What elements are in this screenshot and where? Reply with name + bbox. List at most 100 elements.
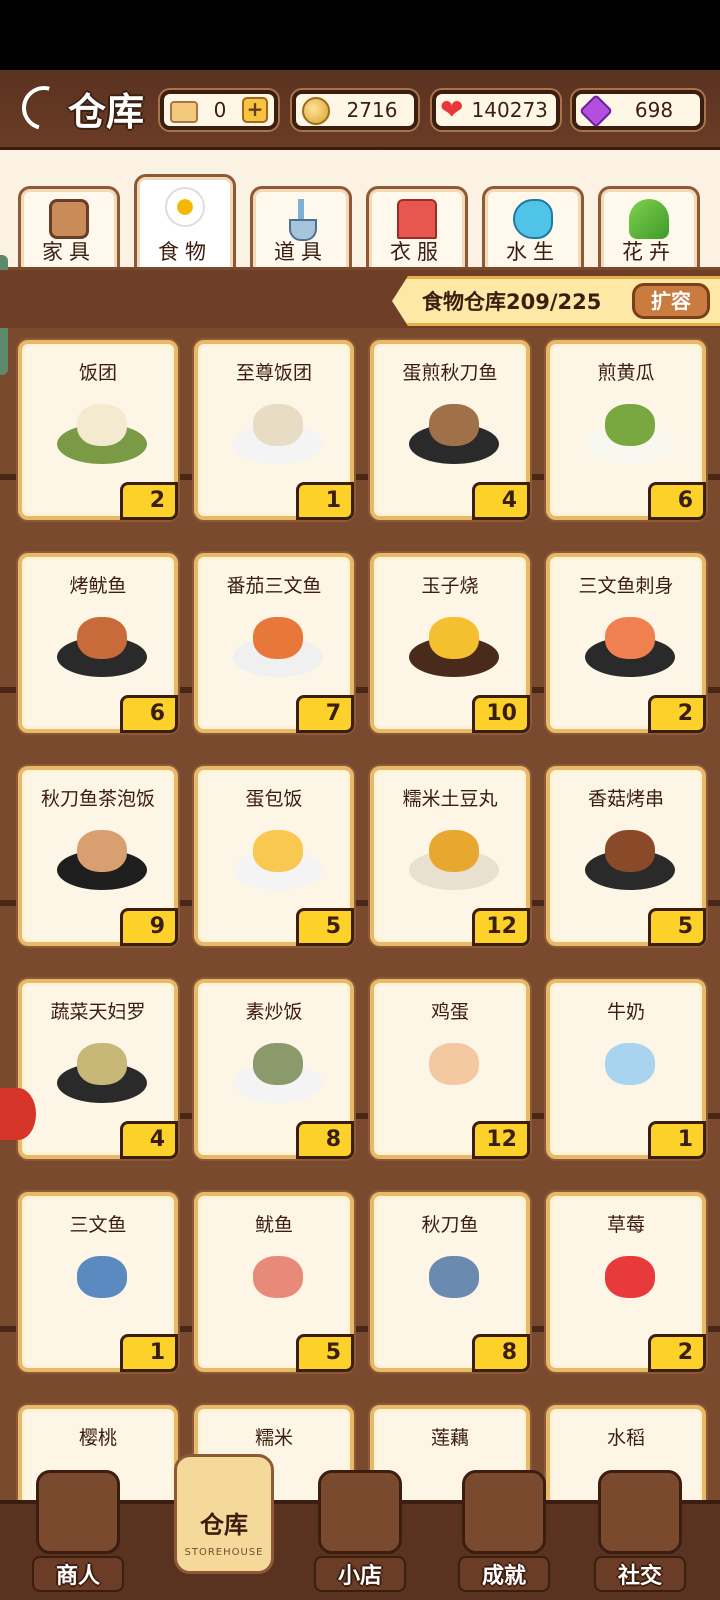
- food-item-image: [580, 396, 680, 470]
- item-count-badge: 4: [120, 1121, 178, 1159]
- food-item-card[interactable]: 草莓 2: [546, 1192, 706, 1372]
- nav-shop[interactable]: 小店: [300, 1470, 420, 1600]
- item-count-badge: 2: [648, 1334, 706, 1372]
- item-count-badge: 1: [120, 1334, 178, 1372]
- food-item-name: 糯米土豆丸: [402, 788, 498, 810]
- food-item-card[interactable]: 至尊饭团 1: [194, 340, 354, 520]
- tab-label: 道具: [274, 240, 328, 264]
- food-item-image: [52, 822, 152, 896]
- heart-icon: ❤: [440, 93, 464, 126]
- food-shape: [429, 1256, 479, 1298]
- social-icon: [598, 1470, 682, 1554]
- page-title: 仓库: [13, 77, 145, 139]
- food-item-image: [228, 1248, 328, 1322]
- add-ticket-button[interactable]: +: [242, 97, 268, 123]
- food-item-card[interactable]: 煎黄瓜 6: [546, 340, 706, 520]
- side-arrow-icon[interactable]: [0, 1088, 36, 1140]
- item-count-badge: 7: [296, 695, 354, 733]
- capacity-text: 食物仓库209/225: [422, 290, 602, 314]
- food-item-card[interactable]: 鸡蛋 12: [370, 979, 530, 1159]
- food-shape: [429, 404, 479, 446]
- nav-achievement[interactable]: 成就: [444, 1470, 564, 1600]
- swirl-logo-icon: [13, 77, 75, 139]
- food-item-image: [228, 822, 328, 896]
- food-item-image: [404, 609, 504, 683]
- food-shape: [429, 1043, 479, 1085]
- nav-merchant[interactable]: 商人: [18, 1470, 138, 1600]
- nav-storehouse[interactable]: 仓库 STOREHOUSE: [164, 1440, 284, 1574]
- food-item-name: 鸡蛋: [430, 1001, 469, 1023]
- furniture-icon: [49, 199, 89, 239]
- coin-icon: [302, 96, 330, 125]
- food-item-image: [404, 1248, 504, 1322]
- food-item-card[interactable]: 三文鱼 1: [18, 1192, 178, 1372]
- food-item-image: [580, 1248, 680, 1322]
- heart-counter: ❤ 140273: [432, 90, 560, 130]
- food-item-name: 香菇烤串: [587, 788, 664, 810]
- food-item-image: [52, 396, 152, 470]
- achievement-icon: [462, 1470, 546, 1554]
- tab-aquatic[interactable]: 水生: [482, 186, 584, 270]
- food-item-card[interactable]: 糯米土豆丸 12: [370, 766, 530, 946]
- tab-label: 衣服: [390, 240, 444, 264]
- food-item-card[interactable]: 蛋包饭 5: [194, 766, 354, 946]
- item-count-badge: 10: [472, 695, 530, 733]
- top-header: 仓库 0 + 2716 ❤ 140273 698: [0, 70, 720, 150]
- food-shape: [77, 830, 127, 872]
- food-item-name: 三文鱼刺身: [578, 575, 674, 597]
- food-item-card[interactable]: 牛奶 1: [546, 979, 706, 1159]
- food-item-card[interactable]: 番茄三文鱼 7: [194, 553, 354, 733]
- food-item-image: [228, 609, 328, 683]
- nav-label: 商人: [32, 1556, 124, 1592]
- food-item-name: 饭团: [78, 362, 117, 384]
- food-item-card[interactable]: 秋刀鱼茶泡饭 9: [18, 766, 178, 946]
- item-count-badge: 8: [472, 1334, 530, 1372]
- food-item-image: [404, 396, 504, 470]
- merchant-icon: [36, 1470, 120, 1554]
- shop-icon: [318, 1470, 402, 1554]
- food-item-card[interactable]: 蔬菜天妇罗 4: [18, 979, 178, 1159]
- food-shape: [429, 830, 479, 872]
- food-item-image: [404, 822, 504, 896]
- expand-capacity-button[interactable]: 扩容: [632, 283, 710, 319]
- food-shape: [605, 1256, 655, 1298]
- tab-furniture[interactable]: 家具: [18, 186, 120, 270]
- tab-label: 家具: [42, 240, 96, 264]
- food-item-card[interactable]: 玉子烧 10: [370, 553, 530, 733]
- ticket-icon: [170, 101, 198, 123]
- food-shape: [253, 617, 303, 659]
- food-item-card[interactable]: 烤鱿鱼 6: [18, 553, 178, 733]
- item-count-badge: 9: [120, 908, 178, 946]
- food-item-card[interactable]: 蛋煎秋刀鱼 4: [370, 340, 530, 520]
- nav-social[interactable]: 社交: [580, 1470, 700, 1600]
- item-count-badge: 1: [648, 1121, 706, 1159]
- nav-label: 仓库: [200, 1511, 248, 1539]
- tab-clothes[interactable]: 衣服: [366, 186, 468, 270]
- food-item-name: 素炒饭: [245, 1001, 303, 1023]
- food-item-name: 鱿鱼: [254, 1214, 293, 1236]
- food-item-card[interactable]: 饭团 2: [18, 340, 178, 520]
- food-item-card[interactable]: 鱿鱼 5: [194, 1192, 354, 1372]
- food-item-card[interactable]: 三文鱼刺身 2: [546, 553, 706, 733]
- item-count-badge: 2: [648, 695, 706, 733]
- item-count-badge: 1: [296, 482, 354, 520]
- food-item-name: 煎黄瓜: [597, 362, 655, 384]
- tab-tools[interactable]: 道具: [250, 186, 352, 270]
- item-count-badge: 4: [472, 482, 530, 520]
- food-item-card[interactable]: 香菇烤串 5: [546, 766, 706, 946]
- food-item-name: 至尊饭团: [235, 362, 312, 384]
- page-title-text: 仓库: [68, 88, 145, 134]
- tab-food[interactable]: 食物: [134, 174, 236, 270]
- food-shape: [253, 1043, 303, 1085]
- food-item-card[interactable]: 素炒饭 8: [194, 979, 354, 1159]
- coin-counter: 2716: [292, 90, 418, 130]
- item-count-badge: 5: [296, 908, 354, 946]
- food-shape: [253, 404, 303, 446]
- tab-flowers[interactable]: 花卉: [598, 186, 700, 270]
- food-item-card[interactable]: 秋刀鱼 8: [370, 1192, 530, 1372]
- food-item-name: 莲藕: [430, 1427, 469, 1449]
- status-bar: [0, 0, 720, 70]
- coin-value: 2716: [346, 98, 398, 122]
- food-item-name: 秋刀鱼: [421, 1214, 479, 1236]
- food-item-name: 秋刀鱼茶泡饭: [40, 788, 155, 810]
